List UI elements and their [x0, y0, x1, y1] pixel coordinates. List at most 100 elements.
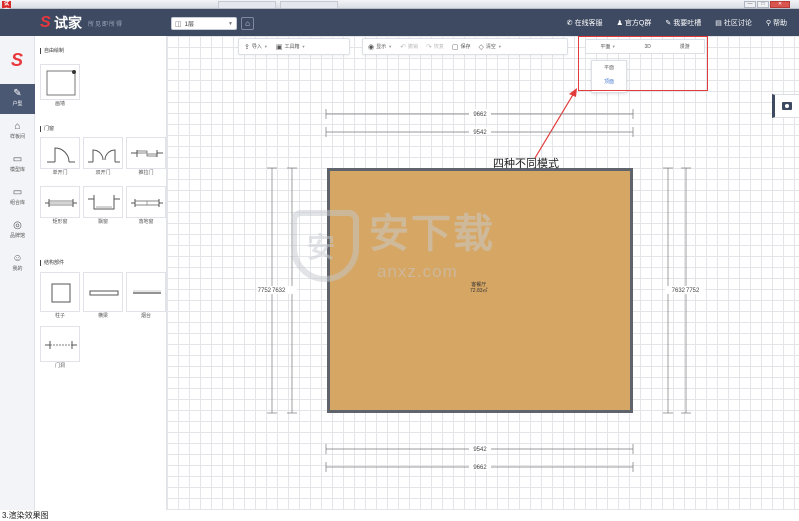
- pillar-icon: [51, 283, 71, 303]
- rect-window-thumb: [40, 186, 80, 218]
- door-opening-icon: [45, 341, 77, 349]
- comp-sliding-door[interactable]: 推拉门: [126, 137, 166, 178]
- rect-window-icon: [45, 199, 77, 207]
- brand-logo-icon: S: [10, 50, 23, 70]
- nav-item-samples[interactable]: ⌂ 样板间: [0, 117, 35, 147]
- comp-label: 烟台: [140, 313, 151, 319]
- header-link-label: 官方Q群: [624, 19, 652, 27]
- header-link-mic[interactable]: ✎ 我要吐槽: [665, 18, 701, 28]
- browser-tab[interactable]: [280, 1, 338, 8]
- beam-thumb: [83, 272, 123, 312]
- caption: 3.渲染效果图: [0, 510, 799, 521]
- user-icon: ♟: [616, 19, 623, 27]
- comp-label: 柱子: [54, 313, 65, 319]
- maximize-button[interactable]: □: [757, 1, 769, 8]
- chevron-down-icon: ▼: [228, 20, 233, 27]
- samples-icon: ⌂: [14, 121, 21, 132]
- single-door-icon: [47, 147, 75, 163]
- flue-thumb: [126, 272, 166, 312]
- logo-s-icon: S: [40, 14, 51, 31]
- comp-single-door[interactable]: 单开门: [40, 137, 80, 178]
- watermark-shield-icon: [291, 210, 359, 282]
- floor-select[interactable]: ◫ 1层 ▼: [171, 17, 237, 30]
- section-title-free-draw: 自由绘制: [40, 48, 64, 54]
- sliding-door-thumb: [126, 137, 166, 169]
- header-links: ✆ 在线客服 ♟ 官方Q群 ✎ 我要吐槽 ▤ 社区讨论 ⚲ 帮助: [567, 9, 787, 36]
- dim-left-inner: 7632: [272, 288, 286, 294]
- close-button[interactable]: ✕: [770, 1, 790, 8]
- watermark-en: anxz.com: [377, 262, 458, 281]
- layers-icon: ◫: [175, 20, 182, 28]
- comp-floor-window[interactable]: 落地窗: [126, 186, 166, 227]
- nav-item-brands[interactable]: ◎ 品牌馆: [0, 216, 35, 246]
- comp-draw-wall[interactable]: 画墙: [40, 64, 80, 109]
- room-area: 72.83㎡: [470, 288, 488, 294]
- watermark: 安下载 anxz.com: [291, 210, 521, 310]
- header-link-forum[interactable]: ▤ 社区讨论: [715, 18, 752, 28]
- comp-rect-window[interactable]: 矩形窗: [40, 186, 80, 227]
- dim-top-outer: 9662: [473, 112, 487, 118]
- comp-flue[interactable]: 烟台: [126, 272, 166, 321]
- nav-item-label: 模型库: [9, 167, 25, 173]
- watermark-cn: 安下载: [369, 212, 495, 256]
- search-icon: ⚲: [765, 19, 771, 27]
- logo-slogan: 所见即所得: [88, 21, 124, 28]
- nav-item-groups[interactable]: ▭ 组合库: [0, 183, 35, 213]
- design-canvas[interactable]: ⇪ 导入 ▼ ▣ 工具箱 ▼ ◉ 显示 ▼ ↶ 撤销 ↷ 恢复 ▢ 保存 ◇ 清空 ▼ 平面 ▼ 3D…: [167, 36, 799, 510]
- header-link-label: 我要吐槽: [673, 19, 702, 27]
- logo[interactable]: S 试家 所见即所得: [40, 13, 123, 33]
- mic-icon: ✎: [665, 19, 672, 27]
- nav-item-label: 样板间: [9, 134, 25, 140]
- header-link-label: 社区讨论: [723, 19, 752, 27]
- app-icon: 试家: [2, 1, 11, 14]
- annotation-arrow: [534, 92, 575, 159]
- minimize-button[interactable]: —: [744, 1, 756, 8]
- double-door-thumb: [83, 137, 123, 169]
- nav-item-floorplan[interactable]: ✎ 户型: [0, 84, 35, 114]
- comp-label: 矩形窗: [52, 219, 68, 225]
- comp-pillar[interactable]: 柱子: [40, 272, 80, 321]
- comp-beam[interactable]: 横梁: [83, 272, 123, 321]
- header-link-user[interactable]: ♟ 官方Q群: [617, 18, 652, 28]
- dim-right-inner: 7632: [672, 288, 686, 294]
- header-link-label: 帮助: [773, 19, 787, 27]
- comp-label: 横梁: [97, 313, 108, 319]
- section-title-doors-windows: 门窗: [40, 126, 54, 132]
- comp-label: 单开门: [52, 170, 68, 176]
- header-link-phone[interactable]: ✆ 在线客服: [567, 18, 603, 28]
- comp-door-opening[interactable]: 门洞: [40, 326, 80, 371]
- bay-window-thumb: [83, 186, 123, 218]
- logo-text: 试家: [54, 15, 82, 31]
- app-header: S 试家 所见即所得 ◫ 1层 ▼ ⌂ ✆ 在线客服 ♟ 官方Q群 ✎ 我要吐槽 ▤ 社区讨论…: [0, 9, 799, 36]
- floorplan-icon: ✎: [13, 88, 22, 99]
- nav-item-models[interactable]: ▭ 模型库: [0, 150, 35, 180]
- forum-icon: ▤: [715, 19, 722, 27]
- header-link-label: 在线客服: [574, 19, 603, 27]
- house-button[interactable]: ⌂: [241, 17, 254, 30]
- nav-item-label: 品牌馆: [9, 233, 25, 239]
- groups-icon: ▭: [12, 187, 23, 198]
- door-opening-thumb: [40, 326, 80, 362]
- comp-label: 双开门: [95, 170, 111, 176]
- comp-bay-window[interactable]: 飘窗: [83, 186, 123, 227]
- flue-icon: [133, 290, 161, 294]
- nav-item-label: 组合库: [9, 200, 25, 206]
- room-label[interactable]: 客餐厅 72.83㎡: [470, 282, 488, 294]
- nav-item-mine[interactable]: ☺ 我的: [0, 249, 35, 279]
- draw-wall-icon: [46, 70, 76, 96]
- annotation-arrow-head: [569, 88, 577, 97]
- models-icon: ▭: [12, 154, 23, 165]
- floor-select-value: 1层: [184, 22, 194, 28]
- comp-label: 画墙: [54, 101, 65, 107]
- os-title-bar: 试家 — □ ✕: [0, 0, 799, 14]
- comp-double-door[interactable]: 双开门: [83, 137, 123, 178]
- dim-right-outer: 7752: [686, 288, 700, 294]
- header-link-search[interactable]: ⚲ 帮助: [766, 18, 787, 28]
- nav-item-label: 户型: [12, 101, 23, 107]
- browser-tab[interactable]: [218, 1, 276, 8]
- left-nav: S ✎ 户型 ⌂ 样板间 ▭ 模型库 ▭ 组合库 ◎ 品牌馆 ☺ 我的: [0, 36, 35, 521]
- dim-bottom-outer: 9662: [473, 465, 487, 471]
- dim-top-inner: 9542: [473, 130, 487, 136]
- double-door-icon: [88, 149, 120, 163]
- phone-icon: ✆: [566, 19, 573, 27]
